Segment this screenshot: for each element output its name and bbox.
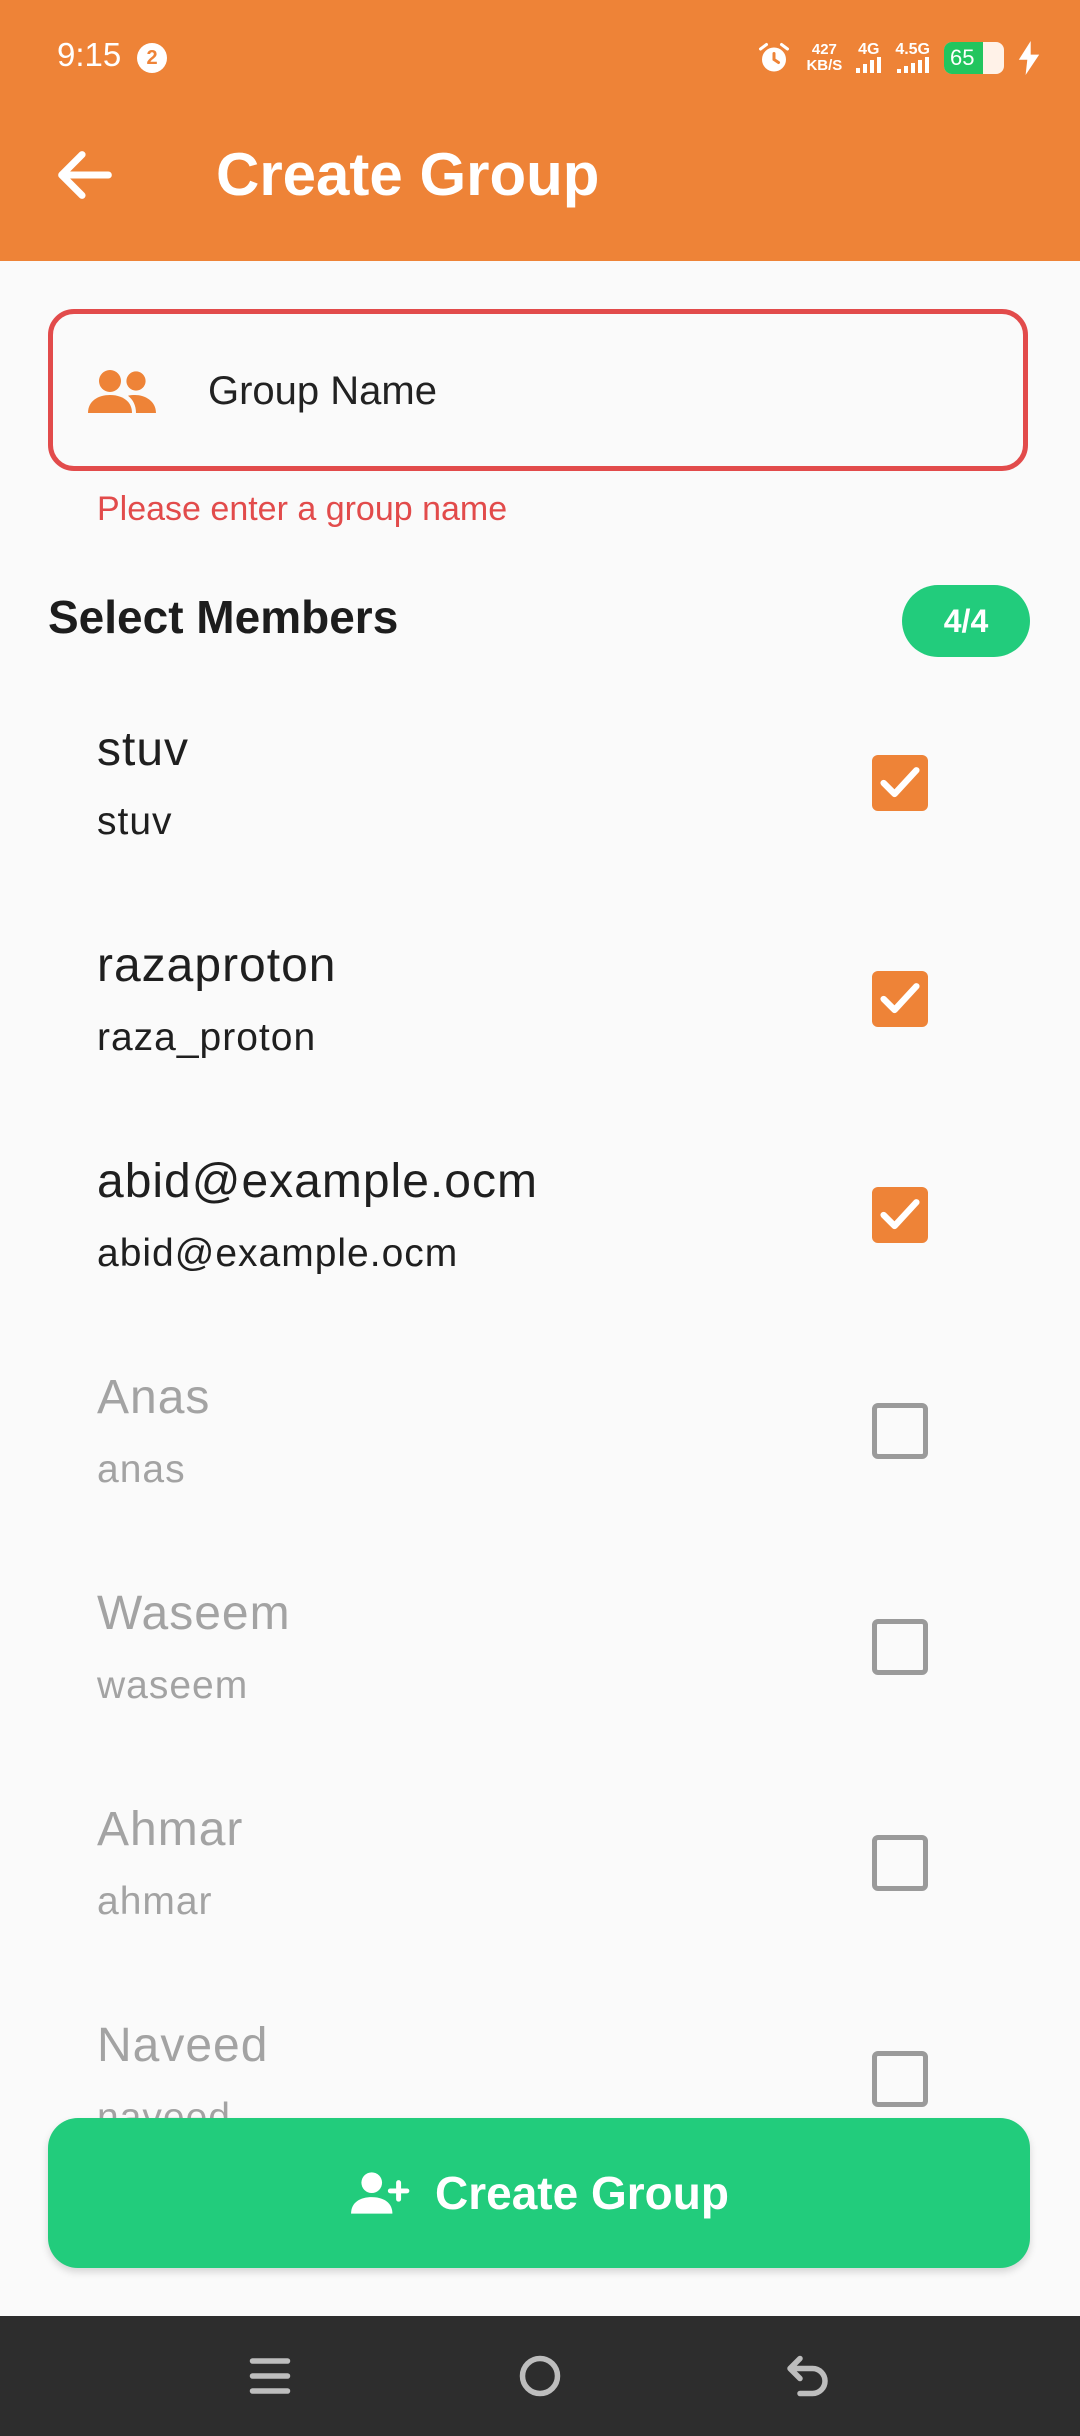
menu-nav-button[interactable] xyxy=(240,2351,300,2401)
alarm-icon xyxy=(759,43,790,72)
charging-icon xyxy=(1018,41,1040,75)
check-icon xyxy=(880,1199,920,1230)
member-row[interactable]: Anas anas xyxy=(0,1348,1080,1564)
member-row[interactable]: stuv stuv xyxy=(0,700,1080,916)
back-button[interactable] xyxy=(50,140,120,210)
system-nav-bar xyxy=(0,2316,1080,2436)
member-checkbox[interactable] xyxy=(872,1187,928,1243)
member-handle: anas xyxy=(97,1448,186,1491)
group-name-error: Please enter a group name xyxy=(97,490,508,528)
signal-4g: 4G xyxy=(856,41,882,73)
add-person-icon xyxy=(351,2172,410,2214)
member-row[interactable]: razaproton raza_proton xyxy=(0,916,1080,1132)
group-name-input[interactable]: Group Name xyxy=(48,309,1028,471)
menu-icon xyxy=(249,2358,291,2394)
group-icon xyxy=(88,370,156,413)
signal-4-5g: 4.5G xyxy=(895,41,930,73)
home-nav-button[interactable] xyxy=(510,2351,570,2401)
selected-count-badge: 4/4 xyxy=(902,585,1030,657)
member-row[interactable]: Waseem waseem xyxy=(0,1564,1080,1780)
member-name: Waseem xyxy=(97,1587,291,1640)
member-handle: raza_proton xyxy=(97,1016,317,1059)
page-title: Create Group xyxy=(216,141,600,208)
battery-level: 65 xyxy=(950,45,975,70)
member-name: abid@example.ocm xyxy=(97,1155,538,1208)
network-speed-value: 427 xyxy=(811,41,837,58)
status-time: 9:15 xyxy=(57,36,122,73)
member-checkbox[interactable] xyxy=(872,1619,928,1675)
signal-bars-icon xyxy=(856,57,882,73)
network-speed-unit: KB/S xyxy=(806,57,843,74)
check-icon xyxy=(880,983,920,1014)
create-group-label: Create Group xyxy=(435,2167,729,2219)
status-icons: 427 KB/S 4G 4.5G 65 xyxy=(756,38,1040,78)
member-row[interactable]: Naveed naveed xyxy=(0,1996,1080,2118)
member-checkbox[interactable] xyxy=(872,2051,928,2107)
signal-bars-icon xyxy=(896,57,929,73)
member-name: razaproton xyxy=(97,939,337,992)
app-header: 9:15 2 427 KB/S 4G 4.5G 65 Create Group xyxy=(0,0,1080,261)
member-handle: abid@example.ocm xyxy=(97,1232,459,1275)
back-return-icon xyxy=(787,2355,828,2397)
network-speed: 427 KB/S xyxy=(806,42,842,74)
create-group-button[interactable]: Create Group xyxy=(48,2118,1030,2268)
signal-4g-label: 4G xyxy=(858,41,880,58)
member-checkbox[interactable] xyxy=(872,755,928,811)
battery-indicator: 65 xyxy=(944,42,1004,74)
select-members-title: Select Members xyxy=(48,591,399,643)
member-name: Anas xyxy=(97,1371,211,1424)
member-name: Ahmar xyxy=(97,1803,244,1856)
home-circle-icon xyxy=(519,2355,561,2397)
member-checkbox[interactable] xyxy=(872,971,928,1027)
notification-badge: 2 xyxy=(137,43,167,73)
group-name-placeholder: Group Name xyxy=(208,369,437,413)
member-handle: waseem xyxy=(97,1664,249,1707)
member-checkbox[interactable] xyxy=(872,1835,928,1891)
member-row[interactable]: Ahmar ahmar xyxy=(0,1780,1080,1996)
member-handle: naveed xyxy=(97,2096,231,2118)
check-icon xyxy=(880,767,920,798)
member-row[interactable]: abid@example.ocm abid@example.ocm xyxy=(0,1132,1080,1348)
signal-4-5g-label: 4.5G xyxy=(895,41,930,58)
arrow-left-icon xyxy=(58,151,112,199)
member-list[interactable]: stuv stuv razaproton raza_proton abid@ex… xyxy=(0,700,1080,2118)
member-name: stuv xyxy=(97,723,190,776)
back-nav-button[interactable] xyxy=(780,2351,840,2401)
member-handle: ahmar xyxy=(97,1880,213,1923)
member-handle: stuv xyxy=(97,800,173,843)
member-checkbox[interactable] xyxy=(872,1403,928,1459)
member-name: Naveed xyxy=(97,2019,269,2072)
